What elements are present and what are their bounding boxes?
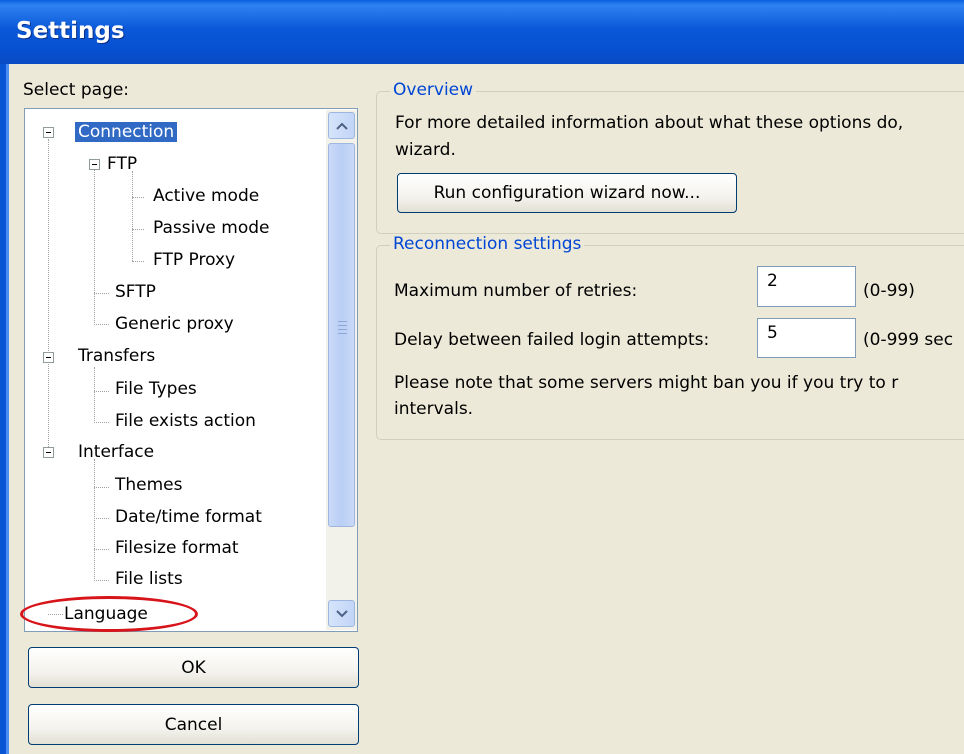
max-retries-range: (0-99): [863, 281, 915, 301]
max-retries-label: Maximum number of retries:: [394, 281, 638, 301]
tree-line: [94, 422, 109, 423]
select-page-label: Select page:: [23, 80, 130, 100]
tree-line: [94, 324, 109, 325]
run-wizard-label: Run configuration wizard now...: [433, 183, 701, 203]
login-delay-range: (0-999 sec: [863, 330, 954, 350]
ok-button[interactable]: OK: [28, 647, 359, 688]
ban-note-line1: Please note that some servers might ban …: [394, 373, 899, 393]
overview-text-line1: For more detailed information about what…: [395, 113, 904, 133]
run-wizard-button[interactable]: Run configuration wizard now...: [397, 173, 737, 213]
login-delay-input[interactable]: 5: [757, 318, 856, 358]
tree-scrollbar[interactable]: [326, 110, 357, 630]
tree-line: [94, 391, 109, 392]
tree-line: [132, 171, 133, 261]
tree-item-sftp[interactable]: SFTP: [115, 278, 156, 306]
tree-item-ftp-proxy[interactable]: FTP Proxy: [153, 246, 235, 274]
window-title: Settings: [16, 18, 125, 44]
grip-line: [338, 333, 347, 334]
tree-item-file-types[interactable]: File Types: [115, 375, 197, 403]
collapse-icon[interactable]: [43, 447, 54, 458]
highlight-ellipse: [20, 596, 198, 632]
overview-text-line2: wizard.: [395, 140, 456, 160]
tree-line: [132, 197, 144, 198]
grip-line: [338, 321, 347, 322]
window-frame-inner: [6, 64, 9, 754]
tree-item-ftp[interactable]: FTP: [107, 150, 137, 178]
title-bar[interactable]: Settings: [0, 0, 964, 64]
collapse-icon[interactable]: [43, 352, 54, 363]
cancel-label: Cancel: [164, 714, 223, 735]
chevron-up-icon: [335, 122, 348, 130]
tree-item-date-time-format[interactable]: Date/time format: [115, 503, 262, 531]
login-delay-label: Delay between failed login attempts:: [394, 330, 710, 350]
tree-line: [94, 549, 109, 550]
tree-line: [132, 261, 144, 262]
grip-line: [338, 329, 347, 330]
tree-item-generic-proxy[interactable]: Generic proxy: [115, 310, 234, 338]
tree-line: [94, 367, 95, 423]
chevron-down-icon: [335, 609, 348, 617]
tree-item-interface[interactable]: Interface: [78, 438, 154, 466]
tree-item-filesize-format[interactable]: Filesize format: [115, 534, 239, 562]
tree-line: [48, 139, 49, 455]
tree-line: [132, 229, 144, 230]
overview-legend: Overview: [390, 80, 477, 100]
collapse-icon[interactable]: [89, 159, 100, 170]
tree-item-file-lists[interactable]: File lists: [115, 565, 183, 593]
ban-note-line2: intervals.: [394, 399, 474, 419]
tree-line: [94, 580, 109, 581]
tree-line: [94, 169, 95, 323]
tree-line: [94, 487, 109, 488]
tree-item-active-mode[interactable]: Active mode: [153, 182, 259, 210]
scroll-thumb[interactable]: [328, 143, 355, 527]
cancel-button[interactable]: Cancel: [28, 704, 359, 745]
tree-item-connection[interactable]: Connection: [75, 118, 178, 146]
tree-line: [94, 518, 109, 519]
tree-line: [94, 293, 109, 294]
grip-line: [338, 325, 347, 326]
max-retries-input[interactable]: 2: [757, 266, 856, 307]
settings-tree[interactable]: Connection FTP Active mode Passive mode …: [24, 108, 358, 632]
scroll-down-button[interactable]: [328, 600, 355, 627]
tree-line: [94, 459, 95, 579]
tree-item-passive-mode[interactable]: Passive mode: [153, 214, 269, 242]
reconnection-legend: Reconnection settings: [390, 234, 585, 254]
tree-item-file-exists-action[interactable]: File exists action: [115, 407, 256, 435]
collapse-icon[interactable]: [43, 127, 54, 138]
ok-label: OK: [181, 657, 206, 678]
scroll-up-button[interactable]: [328, 112, 355, 139]
tree-item-transfers[interactable]: Transfers: [78, 342, 155, 370]
tree-item-themes[interactable]: Themes: [115, 471, 183, 499]
